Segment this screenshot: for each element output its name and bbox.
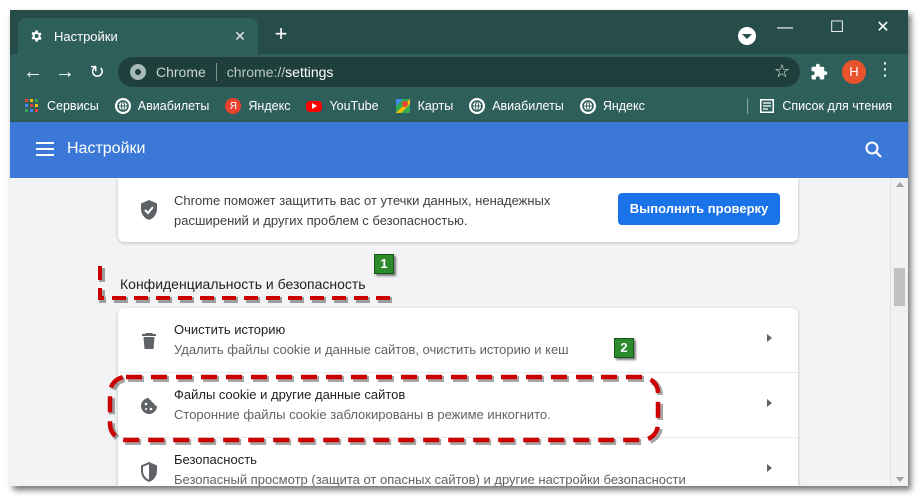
row-subtitle: Удалить файлы cookie и данные сайтов, оч… — [174, 342, 569, 357]
gear-icon — [28, 28, 44, 44]
bookmark-label: Карты — [417, 99, 454, 113]
omnibox-site-label: Chrome — [156, 64, 206, 80]
settings-header: Настройки — [10, 122, 908, 178]
bookmarks-bar: Сервисы Авиабилеты Я Яндекс YouTube Карт… — [10, 90, 908, 122]
step-badge-2: 2 — [614, 338, 634, 358]
privacy-card: Очистить историю Удалить файлы cookie и … — [118, 308, 798, 486]
run-safety-check-button[interactable]: Выполнить проверку — [618, 193, 780, 225]
tab-strip: Настройки ✕ + — ☐ ✕ — [10, 10, 908, 54]
shield-icon — [140, 200, 158, 225]
row-title: Безопасность — [174, 452, 257, 467]
bookmark-label: Авиабилеты — [137, 99, 210, 113]
minimize-button[interactable]: — — [762, 16, 808, 40]
bookmark-services[interactable]: Сервисы — [24, 98, 99, 114]
safety-check-line2: расширений и других проблем с безопаснос… — [174, 213, 468, 228]
bookmark-aviabilety[interactable]: Авиабилеты — [114, 98, 210, 114]
bookmark-label: Яндекс — [602, 99, 645, 113]
row-title: Файлы cookie и другие данные сайтов — [174, 387, 406, 402]
chevron-right-icon — [764, 331, 774, 345]
cookie-icon — [140, 397, 158, 415]
bookmark-aviabilety-2[interactable]: Авиабилеты — [469, 98, 564, 114]
scrollbar-thumb[interactable] — [894, 268, 905, 306]
security-row[interactable]: Безопасность Безопасный просмотр (защита… — [118, 438, 798, 486]
search-icon[interactable] — [864, 140, 884, 160]
reload-icon[interactable]: ↻ — [84, 59, 110, 85]
url-path: settings — [285, 64, 334, 80]
bookmark-maps[interactable]: Карты — [395, 98, 454, 114]
youtube-icon — [306, 100, 323, 112]
profile-avatar[interactable]: Н — [842, 60, 866, 84]
safety-check-card: Chrome поможет защитить вас от утечки да… — [118, 178, 798, 242]
tab-settings[interactable]: Настройки ✕ — [18, 18, 258, 54]
row-subtitle: Сторонние файлы cookie заблокированы в р… — [174, 407, 551, 422]
bookmark-label: Авиабилеты — [492, 99, 564, 113]
bookmark-yandex[interactable]: Я Яндекс — [225, 98, 290, 114]
safety-check-text: Chrome поможет защитить вас от утечки да… — [174, 191, 550, 231]
tab-close-icon[interactable]: ✕ — [232, 28, 248, 44]
globe-icon — [114, 98, 131, 114]
bookmarks-divider — [747, 98, 749, 114]
page-title: Настройки — [67, 140, 146, 157]
trash-icon — [140, 332, 158, 350]
bookmark-yandex-2[interactable]: Яндекс — [579, 98, 645, 114]
globe-icon — [579, 98, 596, 114]
maximize-button[interactable]: ☐ — [814, 16, 860, 40]
bookmark-label: YouTube — [329, 99, 379, 113]
back-icon[interactable]: ← — [20, 59, 46, 85]
scrollbar[interactable] — [890, 178, 908, 486]
toolbar: ← → ↻ Chrome chrome://settings ☆ Н ⋮ — [10, 54, 908, 90]
more-menu-icon[interactable]: ⋮ — [876, 59, 894, 80]
privacy-section-title: Конфиденциальность и безопасность — [120, 276, 366, 292]
omnibox-divider — [215, 63, 217, 81]
forward-icon[interactable]: → — [52, 59, 78, 85]
new-tab-button[interactable]: + — [270, 23, 292, 46]
maps-icon — [395, 98, 411, 114]
reading-list-icon — [760, 99, 775, 113]
safety-check-line1: Chrome поможет защитить вас от утечки да… — [174, 193, 551, 208]
tab-search-icon[interactable] — [738, 27, 756, 45]
chevron-right-icon — [764, 396, 774, 410]
row-title: Очистить историю — [174, 322, 286, 337]
tab-title: Настройки — [54, 28, 118, 44]
reading-list-button[interactable]: Список для чтения — [747, 98, 892, 114]
apps-grid-icon — [24, 98, 40, 114]
cookies-row[interactable]: Файлы cookie и другие данные сайтов Стор… — [118, 373, 798, 438]
bookmark-label: Яндекс — [248, 99, 291, 113]
url-scheme: chrome:// — [226, 64, 286, 80]
browser-window: Настройки ✕ + — ☐ ✕ ← → ↻ Chrome chrome:… — [10, 10, 908, 486]
bookmark-youtube[interactable]: YouTube — [306, 99, 379, 113]
omnibox-url[interactable]: chrome://settings — [227, 64, 334, 80]
chevron-right-icon — [764, 461, 774, 475]
scroll-down-arrow-icon[interactable] — [896, 477, 904, 482]
yandex-icon: Я — [225, 98, 242, 114]
globe-icon — [469, 98, 486, 114]
bookmark-label: Сервисы — [47, 99, 99, 113]
scroll-up-arrow-icon[interactable] — [896, 182, 904, 187]
shield-icon — [140, 462, 158, 482]
hamburger-menu-icon[interactable] — [36, 142, 54, 156]
reading-list-label: Список для чтения — [782, 99, 892, 113]
settings-content: Chrome поможет защитить вас от утечки да… — [10, 178, 890, 486]
row-subtitle: Безопасный просмотр (защита от опасных с… — [174, 472, 686, 486]
clear-history-row[interactable]: Очистить историю Удалить файлы cookie и … — [118, 308, 798, 373]
chrome-icon — [130, 64, 146, 80]
step-badge-1: 1 — [374, 254, 394, 274]
address-bar[interactable]: Chrome chrome://settings ☆ — [118, 57, 800, 87]
bookmark-star-icon[interactable]: ☆ — [774, 61, 790, 82]
extensions-puzzle-icon[interactable] — [810, 63, 828, 81]
close-window-button[interactable]: ✕ — [860, 16, 906, 40]
